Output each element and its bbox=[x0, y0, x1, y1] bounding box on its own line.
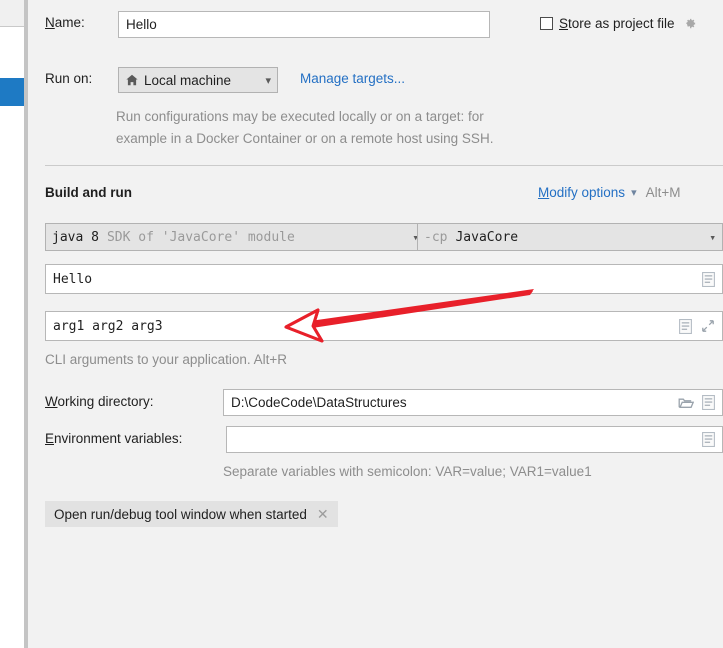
run-on-row: Run on: bbox=[45, 71, 92, 86]
manage-targets-link[interactable]: Manage targets... bbox=[300, 71, 405, 86]
environment-variables-mnemonic: E bbox=[45, 431, 55, 446]
classpath-prefix: -cp bbox=[424, 229, 448, 245]
classpath-dropdown[interactable]: -cp JavaCore ▾ bbox=[417, 223, 723, 251]
run-on-description-line2: example in a Docker Container or on a re… bbox=[116, 131, 494, 146]
close-icon[interactable]: ✕ bbox=[317, 507, 329, 521]
home-icon bbox=[125, 73, 139, 87]
run-on-selected-value: Local machine bbox=[144, 72, 232, 88]
jre-secondary-value: SDK of 'JavaCore' module bbox=[106, 229, 295, 245]
expand-diagonal-icon[interactable] bbox=[701, 319, 715, 333]
name-input-value: Hello bbox=[126, 17, 157, 32]
name-label: Name: bbox=[45, 15, 85, 30]
environment-variables-label: Environment variables: bbox=[45, 431, 182, 446]
sidebar-toolbar-strip bbox=[0, 0, 24, 27]
working-directory-mnemonic: W bbox=[45, 394, 58, 409]
store-as-project-file-label: Store as project file bbox=[559, 16, 675, 31]
open-run-debug-tool-window-label: Open run/debug tool window when started bbox=[54, 506, 307, 522]
run-on-description-line1: Run configurations may be executed local… bbox=[116, 109, 484, 124]
working-directory-value: D:\CodeCode\DataStructures bbox=[231, 395, 407, 410]
environment-variables-label-rest: nvironment variables: bbox=[54, 431, 183, 446]
build-and-run-header: Build and run bbox=[45, 185, 132, 200]
run-on-dropdown[interactable]: Local machine ▾ bbox=[118, 67, 278, 93]
working-directory-label: Working directory: bbox=[45, 394, 154, 409]
working-directory-row: Working directory: bbox=[45, 394, 154, 409]
store-as-project-file-row[interactable]: Store as project file bbox=[540, 16, 697, 31]
jre-primary-value: java 8 bbox=[52, 229, 99, 245]
macro-document-icon[interactable] bbox=[702, 432, 715, 447]
macro-document-icon[interactable] bbox=[679, 318, 692, 334]
store-as-project-file-checkbox[interactable] bbox=[540, 17, 553, 30]
main-class-value: Hello bbox=[53, 271, 93, 287]
program-arguments-hint: CLI arguments to your application. Alt+R bbox=[45, 352, 288, 367]
folder-icon[interactable] bbox=[678, 396, 694, 410]
gear-icon[interactable] bbox=[682, 16, 697, 31]
chevron-down-icon: ▾ bbox=[265, 74, 271, 87]
jre-dropdown[interactable]: java 8 SDK of 'JavaCore' module ▾ bbox=[45, 223, 426, 251]
build-and-run-title: Build and run bbox=[45, 185, 132, 200]
main-class-field[interactable]: Hello bbox=[45, 264, 723, 294]
run-configuration-panel: Name: Hello Store as project file Run on… bbox=[28, 0, 723, 648]
environment-variables-hint: Separate variables with semicolon: VAR=v… bbox=[223, 464, 592, 479]
name-row: Name: bbox=[45, 15, 85, 30]
chevron-down-icon: ▾ bbox=[709, 230, 716, 244]
working-directory-input[interactable]: D:\CodeCode\DataStructures bbox=[223, 389, 723, 416]
left-sidebar-rail bbox=[0, 0, 24, 648]
macro-document-icon[interactable] bbox=[702, 271, 715, 287]
macro-document-icon[interactable] bbox=[702, 395, 715, 410]
modify-options-link[interactable]: Modify options bbox=[538, 185, 625, 200]
environment-variables-row: Environment variables: bbox=[45, 431, 182, 446]
store-as-project-file-rest: tore as project file bbox=[568, 16, 675, 31]
open-run-debug-tool-window-chip[interactable]: Open run/debug tool window when started … bbox=[45, 501, 338, 527]
environment-variables-input[interactable] bbox=[226, 426, 723, 453]
name-label-rest: ame: bbox=[54, 15, 85, 30]
sidebar-selected-item[interactable] bbox=[0, 78, 24, 106]
modify-options-mnemonic: M bbox=[538, 185, 550, 200]
modify-options-row[interactable]: Modify options ▾ Alt+M bbox=[538, 185, 680, 200]
name-label-mnemonic: N bbox=[45, 15, 55, 30]
run-on-label: Run on: bbox=[45, 71, 93, 86]
chevron-down-icon: ▾ bbox=[631, 187, 637, 199]
run-on-description: Run configurations may be executed local… bbox=[116, 106, 636, 150]
section-separator bbox=[45, 165, 723, 166]
working-directory-label-rest: orking directory: bbox=[57, 394, 154, 409]
modify-options-rest: odify options bbox=[549, 185, 626, 200]
store-as-project-file-mnemonic: S bbox=[559, 16, 569, 31]
classpath-value: JavaCore bbox=[455, 229, 519, 245]
name-input[interactable]: Hello bbox=[118, 11, 490, 38]
program-arguments-value: arg1 arg2 arg3 bbox=[53, 318, 163, 334]
manage-targets-row[interactable]: Manage targets... bbox=[300, 71, 405, 86]
modify-options-shortcut: Alt+M bbox=[645, 185, 681, 200]
program-arguments-field[interactable]: arg1 arg2 arg3 bbox=[45, 311, 723, 341]
